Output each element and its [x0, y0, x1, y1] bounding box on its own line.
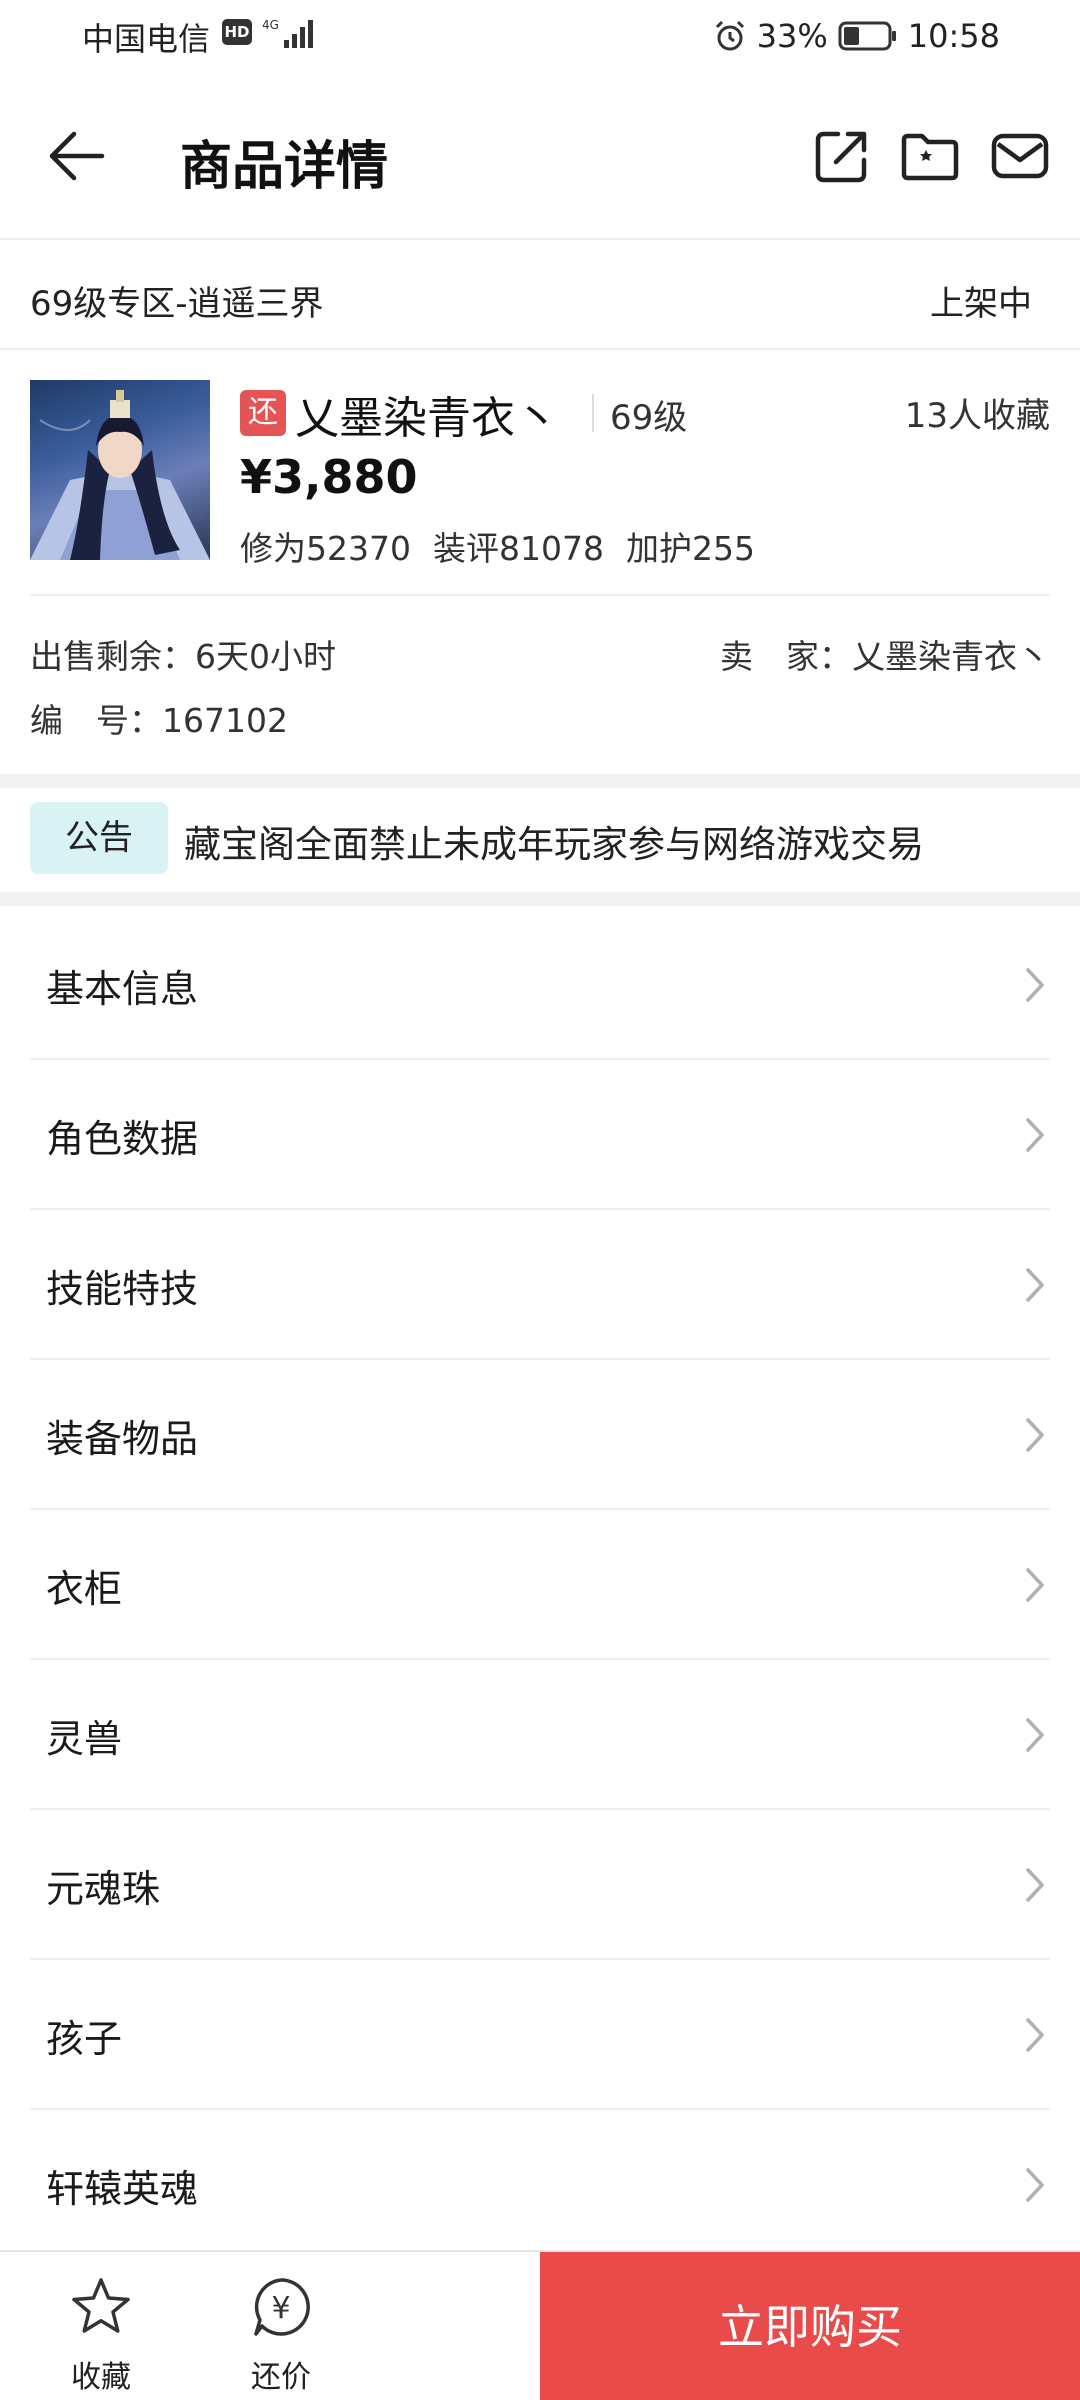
- chevron-right-icon: [1026, 2168, 1044, 2202]
- menu-item-xuanyuan-soul[interactable]: 轩辕英魂: [30, 2110, 1050, 2260]
- favorite-label: 收藏: [71, 2360, 131, 2395]
- sale-info-row: 出售剩余：6天0小时 卖 家：乂墨染青衣丶: [30, 630, 1050, 678]
- detail-menu: 基本信息 角色数据 技能特技 装备物品 衣柜 灵兽 元魂珠 孩子 轩辕英魂: [0, 910, 1080, 2260]
- character-level: 69级: [610, 398, 688, 438]
- bargain-label: 还价: [251, 2360, 311, 2395]
- bargain-button[interactable]: ¥ 还价: [206, 2252, 356, 2400]
- chevron-right-icon: [1026, 968, 1044, 1002]
- menu-item-children[interactable]: 孩子: [30, 1960, 1050, 2110]
- announcement-tag: 公告: [30, 802, 168, 874]
- menu-item-character-data[interactable]: 角色数据: [30, 1060, 1050, 1210]
- stat-cultivation: 修为52370: [240, 529, 411, 568]
- character-stats: 修为52370 装评81078 加护255: [240, 522, 755, 570]
- mail-icon[interactable]: [988, 124, 1052, 188]
- seller-info: 卖 家：乂墨染青衣丶: [720, 637, 1050, 676]
- folder-star-icon[interactable]: [898, 124, 962, 188]
- chevron-right-icon: [1026, 2018, 1044, 2052]
- announcement-text: 藏宝阁全面禁止未成年玩家参与网络游戏交易: [184, 823, 924, 866]
- signal-icon: 4G: [262, 18, 313, 48]
- zone-name: 69级专区-逍遥三界: [30, 284, 324, 324]
- menu-item-label: 角色数据: [46, 1117, 199, 1161]
- menu-item-equipment[interactable]: 装备物品: [30, 1360, 1050, 1510]
- chevron-right-icon: [1026, 1718, 1044, 1752]
- chevron-right-icon: [1026, 1118, 1044, 1152]
- bargain-badge: 还: [240, 390, 286, 436]
- menu-item-spirit-beast[interactable]: 灵兽: [30, 1660, 1050, 1810]
- buy-now-button[interactable]: 立即购买: [540, 2252, 1080, 2400]
- menu-item-basic-info[interactable]: 基本信息: [30, 910, 1050, 1060]
- bargain-icon: ¥: [254, 2278, 310, 2336]
- star-icon: [72, 2278, 130, 2333]
- status-bar: 中国电信 HD 4G 33% 10:58: [0, 0, 1080, 72]
- svg-text:4G: 4G: [262, 18, 279, 32]
- bottom-action-bar: 收藏 ¥ 还价 立即购买: [0, 2250, 1080, 2400]
- price: ¥3,880: [240, 450, 418, 504]
- menu-item-label: 技能特技: [46, 1267, 199, 1311]
- alarm-icon: [715, 20, 744, 51]
- svg-text:¥: ¥: [271, 2291, 290, 2326]
- favorites-count: 13人收藏: [904, 396, 1050, 436]
- stat-protection: 加护255: [625, 529, 755, 568]
- clock: 10:58: [907, 17, 1000, 55]
- menu-item-label: 轩辕英魂: [46, 2167, 199, 2211]
- menu-item-skills[interactable]: 技能特技: [30, 1210, 1050, 1360]
- sale-remaining: 出售剩余：6天0小时: [30, 637, 336, 676]
- battery-percent: 33%: [756, 17, 828, 55]
- favorite-button[interactable]: 收藏: [26, 2252, 176, 2400]
- character-avatar[interactable]: [30, 380, 210, 560]
- menu-item-label: 衣柜: [46, 1567, 123, 1611]
- section-divider: [0, 774, 1080, 788]
- menu-item-wardrobe[interactable]: 衣柜: [30, 1510, 1050, 1660]
- stat-equipment-score: 装评81078: [432, 529, 604, 568]
- chevron-right-icon: [1026, 1868, 1044, 1902]
- menu-item-label: 元魂珠: [46, 1867, 161, 1911]
- app-header: 商品详情: [0, 72, 1080, 240]
- announcement-bar[interactable]: 公告 藏宝阁全面禁止未成年玩家参与网络游戏交易: [0, 788, 1080, 888]
- chevron-right-icon: [1026, 1568, 1044, 1602]
- section-divider: [0, 892, 1080, 906]
- item-number: 编 号：167102: [30, 701, 288, 740]
- menu-item-label: 孩子: [46, 2017, 123, 2061]
- character-name: 乂墨染青衣丶: [295, 393, 559, 444]
- battery-icon: [838, 21, 896, 51]
- hd-icon: HD: [222, 19, 252, 45]
- back-arrow-icon[interactable]: [40, 122, 130, 190]
- carrier-label: 中国电信: [82, 20, 211, 58]
- chevron-right-icon: [1026, 1418, 1044, 1452]
- menu-item-label: 灵兽: [46, 1717, 123, 1761]
- product-card[interactable]: 还 乂墨染青衣丶 69级 13人收藏 ¥3,880 修为52370 装评8107…: [30, 380, 1050, 596]
- share-icon[interactable]: [810, 124, 874, 188]
- menu-item-label: 装备物品: [46, 1417, 199, 1461]
- listing-status: 上架中: [930, 284, 1032, 324]
- menu-item-soul-orb[interactable]: 元魂珠: [30, 1810, 1050, 1960]
- menu-item-label: 基本信息: [46, 967, 199, 1011]
- zone-row: 69级专区-逍遥三界 上架中: [0, 240, 1080, 350]
- page-title: 商品详情: [180, 137, 389, 197]
- chevron-right-icon: [1026, 1268, 1044, 1302]
- divider: [592, 394, 594, 432]
